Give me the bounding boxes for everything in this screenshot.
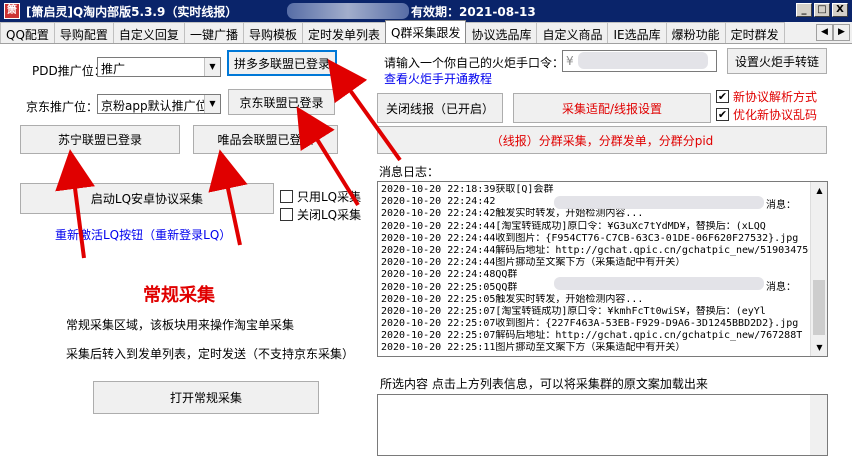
checkmark-icon: ✔ xyxy=(716,108,729,121)
optimize-protocol-label: 优化新协议乱码 xyxy=(733,108,818,122)
log-scrollbar[interactable]: ▲ ▼ xyxy=(810,182,827,356)
regular-desc-1: 常规采集区域，该板块用来操作淘宝单采集 xyxy=(66,318,295,332)
tab-schedule-list[interactable]: 定时发单列表 xyxy=(301,22,386,43)
new-protocol-checkbox[interactable]: ✔ 新协议解析方式 xyxy=(716,88,817,105)
token-value: ¥ xyxy=(566,54,574,68)
validity-text: 有效期：2021-08-13 xyxy=(411,5,536,19)
chevron-down-icon: ▼ xyxy=(204,58,220,76)
tab-bar: QQ配置 导购配置 自定义回复 一键广播 导购模板 定时发单列表 Q群采集跟发 … xyxy=(0,20,852,44)
close-button[interactable]: X xyxy=(832,3,848,17)
msg-suffix: 消息： xyxy=(766,282,796,293)
selected-content-label: 所选内容 点击上方列表信息，可以将采集群的原文案加载出来 xyxy=(380,377,708,391)
selected-content-area[interactable] xyxy=(377,394,828,456)
set-torch-button[interactable]: 设置火炬手转链 xyxy=(727,48,827,74)
tab-guide-template[interactable]: 导购模板 xyxy=(242,22,303,43)
pdd-login-button[interactable]: 拼多多联盟已登录 xyxy=(227,50,337,76)
tab-timed-group-send[interactable]: 定时群发 xyxy=(724,22,785,43)
redacted-block xyxy=(287,3,409,19)
close-lq-checkbox[interactable]: 关闭LQ采集 xyxy=(280,206,361,223)
tab-left-arrow-icon[interactable]: ◀ xyxy=(816,24,833,41)
tab-protocol-library[interactable]: 协议选品库 xyxy=(465,22,538,43)
msg-suffix: 消息： xyxy=(766,200,796,211)
collect-adapt-button[interactable]: 采集适配/线报设置 xyxy=(513,93,711,123)
jd-select[interactable]: 京粉app默认推广位 ▼ xyxy=(97,94,221,114)
log-line[interactable]: 2020-10-20 22:24:44图片挪动至文案下方（采集适配中有开关） xyxy=(381,257,809,269)
regular-collect-heading: 常规采集 xyxy=(143,285,215,306)
pdd-label: PDD推广位： xyxy=(32,64,106,78)
close-report-button[interactable]: 关闭线报（已开启） xyxy=(377,93,503,123)
start-lq-button[interactable]: 启动LQ安卓协议采集 xyxy=(20,183,274,214)
optimize-protocol-checkbox[interactable]: ✔ 优化新协议乱码 xyxy=(716,106,817,123)
log-line[interactable]: 2020-10-20 22:25:07解码后地址：http://gchat.qp… xyxy=(381,330,809,342)
pdd-select-value: 推广 xyxy=(101,62,126,76)
jd-label: 京东推广位： xyxy=(26,100,99,114)
redacted-block xyxy=(554,196,764,209)
log-line[interactable]: 2020-10-20 22:18:39获取[Q]会群 xyxy=(381,184,809,196)
jd-select-value: 京粉app默认推广位 xyxy=(101,99,208,113)
window-title: [箫启灵]Q淘内部版5.3.9（实时线报） xyxy=(26,5,238,19)
only-lq-checkbox[interactable]: 只用LQ采集 xyxy=(280,188,361,205)
tab-right-arrow-icon[interactable]: ▶ xyxy=(833,24,850,41)
log-line[interactable]: 2020-10-20 22:25:07[淘宝转链成功]原口令：¥kmhFcTt0… xyxy=(381,306,809,318)
scroll-up-icon[interactable]: ▲ xyxy=(811,182,827,199)
log-lines: 2020-10-20 22:18:39获取[Q]会群 2020-10-20 22… xyxy=(381,184,809,355)
tab-fans[interactable]: 爆粉功能 xyxy=(665,22,726,43)
maximize-button[interactable]: □ xyxy=(814,3,830,17)
jd-login-button[interactable]: 京东联盟已登录 xyxy=(228,89,335,115)
log-line[interactable]: 2020-10-20 22:24:44[淘宝转链成功]原口令：¥G3uXc7tY… xyxy=(381,221,809,233)
pdd-select[interactable]: 推广 ▼ xyxy=(97,57,221,77)
scroll-thumb[interactable] xyxy=(813,280,825,335)
only-lq-label: 只用LQ采集 xyxy=(297,190,362,204)
suning-login-button[interactable]: 苏宁联盟已登录 xyxy=(20,125,180,154)
scroll-down-icon[interactable]: ▼ xyxy=(811,339,827,356)
checkbox-box xyxy=(280,190,293,203)
tab-ie-library[interactable]: IE选品库 xyxy=(607,22,667,43)
tab-qq-config[interactable]: QQ配置 xyxy=(0,22,55,43)
chevron-down-icon: ▼ xyxy=(204,95,220,113)
content-scrollbar[interactable] xyxy=(810,395,827,455)
tab-guide-config[interactable]: 导购配置 xyxy=(53,22,114,43)
message-log[interactable]: 2020-10-20 22:18:39获取[Q]会群 2020-10-20 22… xyxy=(377,181,828,357)
log-label: 消息日志： xyxy=(379,165,440,179)
close-lq-label: 关闭LQ采集 xyxy=(297,208,362,222)
title-bar: 箫 [箫启灵]Q淘内部版5.3.9（实时线报） 有效期：2021-08-13 _… xyxy=(0,0,852,22)
redacted-block xyxy=(578,52,708,69)
tab-custom-goods[interactable]: 自定义商品 xyxy=(536,22,609,43)
token-label: 请输入一个你自己的火炬手口令： xyxy=(384,56,565,70)
log-line[interactable]: 2020-10-20 22:24:44解码后地址：http://gchat.qp… xyxy=(381,245,809,257)
vip-login-button[interactable]: 唯品会联盟已登录 xyxy=(193,125,338,154)
log-line[interactable]: 2020-10-20 22:24:42触发实时转发，开始检测内容... xyxy=(381,208,809,220)
tab-group-collect[interactable]: Q群采集跟发 xyxy=(384,20,467,43)
window-controls: _ □ X xyxy=(796,3,848,17)
tab-custom-reply[interactable]: 自定义回复 xyxy=(112,22,185,43)
checkmark-icon: ✔ xyxy=(716,90,729,103)
group-split-button[interactable]: （线报）分群采集，分群发单，分群分pid xyxy=(377,126,827,154)
log-line[interactable]: 2020-10-20 22:25:05触发实时转发，开始检测内容... xyxy=(381,294,809,306)
checkbox-box xyxy=(280,208,293,221)
log-line[interactable]: 2020-10-20 22:24:44收到图片：{F954CT76-C7CB-6… xyxy=(381,233,809,245)
app-icon: 箫 xyxy=(4,3,20,19)
minimize-button[interactable]: _ xyxy=(796,3,812,17)
redacted-block xyxy=(554,277,764,290)
log-line[interactable]: 2020-10-20 22:25:07收到图片：{227F463A-53EB-F… xyxy=(381,318,809,330)
log-line[interactable]: 2020-10-20 22:25:11图片挪动至文案下方（采集适配中有开关） xyxy=(381,342,809,354)
torch-tutorial-link[interactable]: 查看火炬手开通教程 xyxy=(384,70,492,87)
tab-broadcast[interactable]: 一键广播 xyxy=(183,22,244,43)
tab-scroll: ◀ ▶ xyxy=(816,24,850,41)
reactivate-lq-link[interactable]: 重新激活LQ按钮（重新登录LQ） xyxy=(55,226,231,243)
regular-desc-2: 采集后转入到发单列表，定时发送（不支持京东采集） xyxy=(66,347,355,361)
new-protocol-label: 新协议解析方式 xyxy=(733,90,818,104)
open-regular-collect-button[interactable]: 打开常规采集 xyxy=(93,381,319,414)
